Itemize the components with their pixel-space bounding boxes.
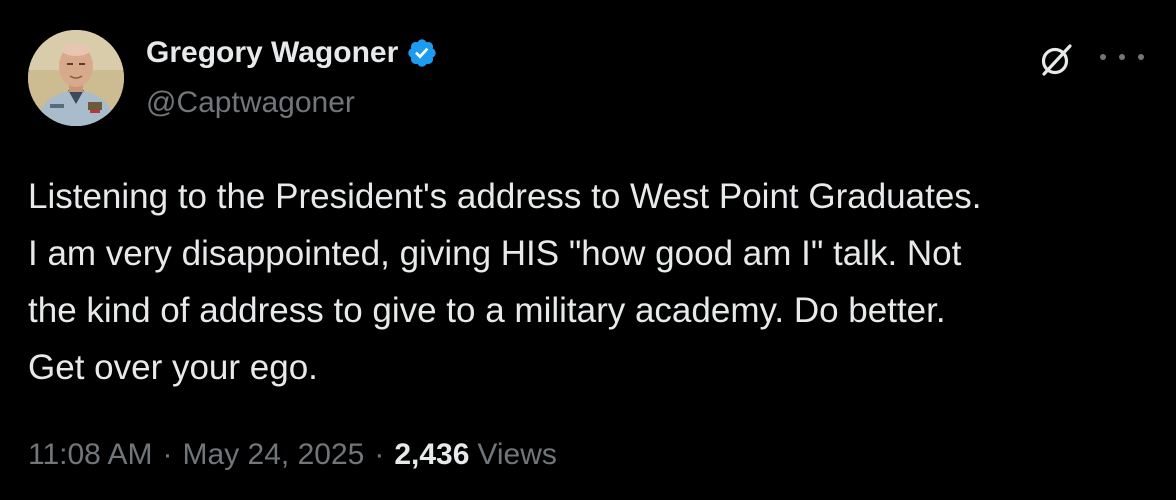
tweet-meta: 11:08 AM · May 24, 2025 · 2,436 Views	[28, 438, 557, 472]
tweet-time[interactable]: 11:08 AM	[28, 438, 153, 472]
tweet-card: Gregory Wagoner @Captwagoner Listening t…	[0, 0, 1176, 500]
views-count[interactable]: 2,436	[394, 438, 469, 472]
more-options-icon[interactable]	[1100, 42, 1144, 72]
more-dot-icon	[1100, 54, 1106, 60]
tweet-text-line: Listening to the President's address to …	[28, 177, 982, 216]
views-label[interactable]: Views	[477, 438, 556, 472]
tweet-text-line: the kind of address to give to a militar…	[28, 291, 946, 330]
author-row: Gregory Wagoner	[146, 36, 438, 70]
tweet-text-line: Get over your ego.	[28, 348, 318, 387]
more-dot-icon	[1119, 54, 1125, 60]
tweet-text-line: I am very disappointed, giving HIS "how …	[28, 234, 962, 273]
grok-icon[interactable]	[1036, 40, 1076, 80]
avatar[interactable]	[28, 30, 124, 126]
tweet-date[interactable]: May 24, 2025	[183, 438, 365, 472]
meta-separator: ·	[162, 438, 173, 471]
more-dot-icon	[1138, 54, 1144, 60]
author-name[interactable]: Gregory Wagoner	[146, 36, 398, 70]
tweet-text: Listening to the President's address to …	[28, 168, 1158, 396]
avatar-image	[28, 30, 124, 126]
verified-badge-icon[interactable]	[406, 37, 438, 69]
author-handle[interactable]: @Captwagoner	[146, 86, 355, 120]
meta-separator: ·	[374, 438, 385, 471]
